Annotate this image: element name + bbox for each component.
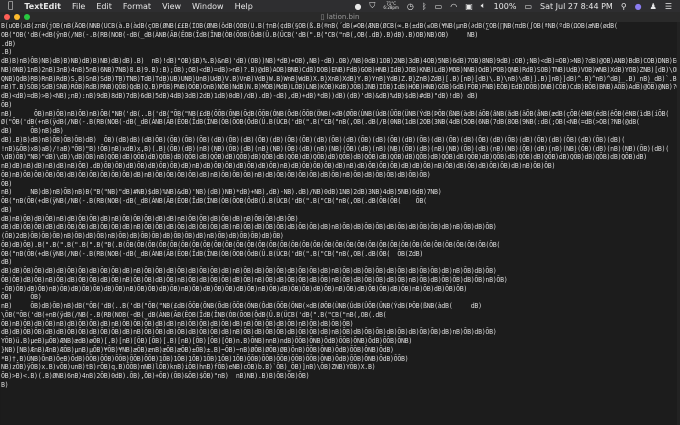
- text-line: dB)dB)ÕB)ÕB)dB)dB)ÕB)ÕB)dB)ÕB)ÕB)dB)nB)Õ…: [1, 223, 497, 232]
- text-line: ÕB): [1, 100, 13, 109]
- wifi-icon[interactable]: ◠: [450, 2, 457, 11]
- menu-edit[interactable]: Edit: [96, 2, 112, 11]
- document-text-area[interactable]: B(uOB(xB(znB(jOB(nB(ÅOB(ÑNB(ÜCB(à.B(àdB(…: [1, 22, 680, 425]
- minimize-button[interactable]: [14, 14, 20, 20]
- notification-center-icon[interactable]: ☰: [665, 2, 672, 11]
- spotlight-icon[interactable]: ⚲: [621, 2, 627, 11]
- menu-bar:  TextEdit File Edit Format View Window …: [0, 0, 680, 12]
- menu-app-name[interactable]: TextEdit: [24, 2, 61, 11]
- status-app-icon[interactable]: ●: [354, 2, 361, 11]
- text-line: nB)dB)nB)dB)nB)dB)nB)ÕB).dB)ÕB)ÕB)dB)ÕB)…: [1, 162, 556, 170]
- text-line: dB) ÕB)nB)dB): [1, 127, 64, 135]
- text-line: dB)B)nB)ÔB)NB)dB)B)NB)dB)B)NB)dB)dB).B) …: [1, 57, 680, 65]
- text-line: ÕB)dB)ÕB).B(".B(".B(".B(".B("B(.B(ÕB(ÕB(…: [1, 240, 501, 249]
- text-line: nB) NB)dB)nB)ÕB)nB)B("B("NB)"dB)#NB)$dB)…: [1, 188, 442, 197]
- text-line: nB)T.B)SÕB)SdB)SNB)RÕB)RdB)RNB)QÕB)QdB)Q…: [1, 83, 680, 92]
- menu-window[interactable]: Window: [192, 2, 224, 11]
- clock[interactable]: Sat Jul 27 8:44 PM: [540, 2, 613, 11]
- battery-percent[interactable]: 100%: [494, 2, 517, 11]
- text-line: .dB): [1, 39, 16, 48]
- text-line: nB) ÕB)nB)ÕB)nB)ÕB)nB)ÕB("NB('dB(..B('dB…: [1, 109, 669, 118]
- text-line: *B)†.B)ÚNB)ÕnB)ÕeB)ÕdB)ÕÕB)ÕÕB)ÕÕB)ÕÕB)Õ…: [1, 354, 409, 363]
- text-line: -ÕB)ÕB)dB)ÕB)nB)ÕB)dB)ÕB)ÕB)dB)ÕB)nB)ÕB)…: [1, 284, 468, 293]
- bluetooth-icon[interactable]: ᛒ: [422, 2, 427, 11]
- menu-view[interactable]: View: [162, 2, 181, 11]
- menu-file[interactable]: File: [72, 2, 85, 11]
- display-icon[interactable]: ▣: [465, 2, 473, 11]
- window-title: lation.bin: [326, 13, 360, 21]
- text-line: dB).B)B)dB)nB)ÕB)ÕB)ÕB)dB) ÕB)(dB)dB)(dB…: [1, 135, 625, 144]
- text-line: }NB)[NB)ÆnB)ÆnB)ÆÕB)µnB)µÕB)¥ÕB)¥NB)æÕB)…: [1, 345, 394, 354]
- weather-widget[interactable]: 71°C 6:28pm: [383, 2, 398, 10]
- text-line: ÕB)nB)ÕB)dB)ÕB)nB)dB)ÕB)ÕB)dB)nB)ÕB)ÕB)Õ…: [1, 319, 354, 328]
- time-machine-icon[interactable]: ◷: [407, 2, 414, 11]
- text-line: dB)dB)ÕB)ÕB)dB)dB)ÕB)ÕB)dB)ÕB)ÕB)dB)nB)Õ…: [1, 267, 497, 275]
- text-line: NB)zÕB)ÿÕB)x.B)vÕB)unB)tB)rÕB)q.B)ÕÕB)nN…: [1, 363, 376, 372]
- battery-icon[interactable]: ▭: [524, 2, 532, 11]
- weather-time: 6:28pm: [383, 5, 399, 10]
- window-title-bar[interactable]: ▯ lation.bin: [0, 12, 680, 22]
- text-line: nB) ÕB)dB)ÕB)nB)dB("ÕB('dB(..B('dB("ÕB("…: [1, 302, 482, 310]
- text-line: \ÕB("ÕB('dB(+nB(ÿdB(/NB(-.B(RB(NOB(-dB(_…: [1, 310, 387, 319]
- text-line: dB)nB)ÕB)dB)ÕB)nB)dB)ÕB)ÕB)dB)nB)ÕB)ÕB)Õ…: [1, 214, 299, 223]
- document-icon: ▯: [320, 13, 325, 21]
- menu-help[interactable]: Help: [235, 2, 253, 11]
- menu-format[interactable]: Format: [123, 2, 151, 11]
- text-line: B): [1, 380, 9, 389]
- text-line: ÕB("nB(ÕB(+dB(ÿNB(/NB(-.B(RB(NOB(-dB(_dB…: [1, 249, 424, 258]
- text-line: B(uOB(xB(znB(jOB(nB(ÅOB(ÑNB(ÜCB(à.B(àdB(…: [1, 22, 618, 30]
- close-button[interactable]: [4, 14, 10, 20]
- volume-icon[interactable]: 🔈︎: [481, 1, 486, 11]
- text-line: OB("OB('dB(+dB(ÿnB(/NB(-.B(RB(NOB(-dB(_d…: [1, 30, 479, 39]
- text-line: dB): [1, 258, 13, 267]
- text-line: dB)dB)ÕB)ÕB)dB)dB)ÕB)ÕB)dB)ÕB)ÕB)dB)nB)Õ…: [1, 328, 497, 337]
- text-line: dB): [1, 205, 13, 214]
- text-line: YÕB)ü.B)µeB)µÕB)ÆNB)ædB)øÕB)[.B)[nB)[ÕB)…: [1, 337, 413, 345]
- zoom-button[interactable]: [24, 14, 30, 20]
- text-line: ÕB) ÕB): [1, 293, 42, 302]
- siri-icon[interactable]: ●: [635, 2, 642, 11]
- text-line: ÕB)>B)<.B)(.B)ØNB)6nB)4nB)2ÕB)0dB).ÕB),Õ…: [1, 372, 310, 380]
- text-line: ÕB): [1, 179, 13, 188]
- text-line: ÕB)nB)ÕB)ÕB)ÕB)ÕB)dB)ÕB)ÕB)ÕB)ÕB)ÕB)dB)n…: [1, 170, 431, 179]
- airplay-icon[interactable]: ▭: [435, 2, 443, 11]
- text-line: !nB)&ÕB)xB)aB)/!aB)"ÕB)"B)!ÕB)nB)xdB)x,B…: [1, 144, 669, 153]
- text-line: \dB)ÕB)"NB)"dB)\dB)\dB)ÕB)nB)QÕB)dB)QÕB)…: [1, 153, 647, 162]
- text-line: ÕB)ÕB)dB)ÕB)nB)ÕB)dB)ÕB)ÕB)dB)ÕB)nB)ÕB)Õ…: [1, 275, 508, 284]
- text-line: dB)<dB)=dB)>B)<NB);nB):nB)9dB)8dB)7dB)6d…: [1, 92, 479, 100]
- apple-icon[interactable]: : [8, 1, 13, 11]
- text-line: NB)0NB)1nB)2nB)3nB)4nB)5nB)6NB)7NB)8.B)9…: [1, 65, 680, 74]
- text-line: ÕB("nB(ÕB(+dB(ÿNB(/NB(-.B(RB(NOB(-dB(_dB…: [1, 197, 446, 205]
- shield-icon[interactable]: ⛉: [369, 1, 375, 11]
- text-line: QNB)QdB)RB)RnB)RdB)S.B)SnB)SdB)TB)TNB)Td…: [1, 74, 680, 83]
- text-line: .B): [1, 48, 13, 57]
- user-icon[interactable]: ♟: [650, 2, 657, 11]
- text-line: (ÕB)2dB)ÕB)ÕB)ÕB)nB)ÕB)dB)ÕB)nB)ÕB)dB)ÕB…: [1, 232, 284, 240]
- text-line: Ø("ÕB('dB(+nB(ÿdB(/NB(-.B(RB(NOB(-dB(_dB…: [1, 118, 640, 127]
